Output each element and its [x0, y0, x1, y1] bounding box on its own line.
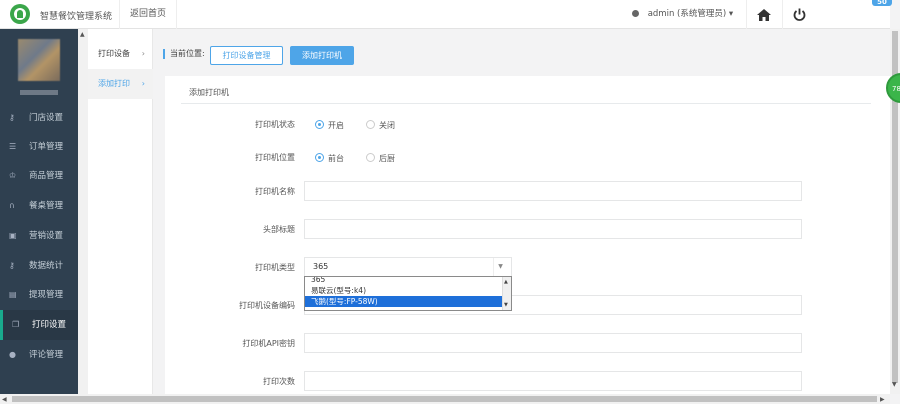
chevron-right-icon: ›	[141, 79, 145, 88]
dropdown-option-highlighted[interactable]: 飞鹅(型号:FP-58W)	[305, 296, 511, 307]
position-radio-front[interactable]: 前台	[315, 153, 344, 164]
sidebar-item-label: 订单管理	[29, 142, 64, 152]
logo-icon	[10, 4, 30, 24]
divider	[181, 103, 871, 104]
radio-dot	[366, 153, 375, 162]
radio-label: 前台	[328, 154, 344, 163]
wallet-icon: ▤	[9, 290, 17, 299]
subnav-item-print-devices[interactable]: 打印设备 ›	[88, 39, 153, 69]
gift-icon: ▣	[9, 231, 17, 240]
copy-icon: ❐	[12, 320, 20, 329]
subnav-item-label: 打印设备	[98, 49, 130, 58]
avatar[interactable]	[18, 39, 60, 81]
header-title-label: 头部标题	[263, 225, 295, 234]
list-icon: ☰	[9, 142, 17, 151]
printer-type-select[interactable]: 365 ▼	[304, 257, 512, 277]
status-label: 打印机状态	[255, 120, 295, 129]
device-code-label: 打印机设备编码	[239, 301, 295, 310]
scroll-down-arrow-icon[interactable]: ▼	[892, 381, 897, 388]
printer-manage-button[interactable]: 打印设备管理	[210, 46, 283, 65]
radio-label: 后厨	[379, 154, 395, 163]
sidebar-item-reviews[interactable]: ● 评论管理	[0, 340, 78, 370]
api-key-label: 打印机API密钥	[242, 339, 295, 348]
status-radio-on[interactable]: 开启	[315, 120, 344, 131]
dropdown-option[interactable]: 365	[305, 277, 511, 285]
radio-dot	[315, 153, 324, 162]
key-icon: ⚷	[9, 113, 15, 122]
sidebar-scrollbar[interactable]: ▲	[78, 29, 88, 404]
app-title: 智慧餐饮管理系统	[40, 12, 113, 22]
radio-label: 开启	[328, 121, 344, 130]
sidebar-item-products[interactable]: ♔ 商品管理	[0, 161, 78, 191]
sub-navigation: 打印设备 › 添加打印 ›	[88, 29, 153, 404]
scroll-up-arrow-icon[interactable]: ▲	[80, 31, 85, 38]
sidebar-item-marketing[interactable]: ▣ 营销设置	[0, 221, 78, 251]
sidebar-item-tables[interactable]: ∩ 餐桌管理	[0, 191, 78, 221]
sidebar-item-label: 打印设置	[32, 320, 67, 330]
radio-label: 关闭	[379, 121, 395, 130]
sidebar-item-label: 营销设置	[29, 231, 64, 241]
chevron-down-icon: ▼	[493, 258, 507, 276]
printer-name-input[interactable]	[304, 181, 802, 201]
home-button[interactable]	[746, 0, 780, 29]
sidebar-item-orders[interactable]: ☰ 订单管理	[0, 132, 78, 162]
position-label: 打印机位置	[255, 153, 295, 162]
dropdown-option[interactable]: 易联云(型号:k4)	[305, 285, 511, 296]
print-count-input[interactable]	[304, 371, 802, 391]
scroll-left-arrow-icon[interactable]: ◀	[2, 396, 7, 403]
printer-type-label: 打印机类型	[255, 263, 295, 272]
sidebar-item-withdrawal[interactable]: ▤ 提现管理	[0, 280, 78, 310]
user-icon	[632, 10, 639, 17]
select-value: 365	[313, 262, 329, 271]
scroll-thumb[interactable]	[12, 396, 877, 402]
position-radio-kitchen[interactable]: 后厨	[366, 153, 395, 164]
scroll-right-arrow-icon[interactable]: ▶	[880, 396, 885, 403]
chevron-down-icon: ▾	[728, 9, 734, 19]
sidebar-item-statistics[interactable]: ⚷ 数据统计	[0, 251, 78, 281]
form-title: 添加打印机	[189, 88, 229, 97]
sidebar-item-store-settings[interactable]: ⚷ 门店设置	[0, 103, 78, 133]
scroll-up-arrow-icon[interactable]: ▲	[504, 279, 508, 285]
avatar-name-placeholder	[20, 90, 58, 95]
power-icon	[793, 8, 806, 21]
print-count-label: 打印次数	[263, 377, 295, 386]
sidebar-item-label: 餐桌管理	[29, 201, 64, 211]
subnav-item-add-printer[interactable]: 添加打印 ›	[88, 69, 153, 99]
chevron-right-icon: ›	[141, 49, 145, 58]
user-icon: ●	[9, 350, 16, 359]
radio-dot	[315, 120, 324, 129]
header-title-input[interactable]	[304, 219, 802, 239]
current-position-label: 当前位置:	[163, 49, 205, 59]
logout-button[interactable]	[782, 0, 816, 29]
home-icon	[756, 8, 771, 21]
sidebar-item-label: 评论管理	[29, 350, 64, 360]
scroll-down-arrow-icon[interactable]: ▼	[504, 302, 508, 308]
key-icon: ⚷	[9, 261, 15, 270]
back-home-link[interactable]: 返回首页	[119, 0, 178, 29]
sidebar-item-print-settings[interactable]: ❐ 打印设置	[0, 310, 78, 340]
sidebar-item-label: 商品管理	[29, 171, 64, 181]
sidebar-item-label: 提现管理	[29, 290, 64, 300]
sidebar: ⚷ 门店设置 ☰ 订单管理 ♔ 商品管理 ∩ 餐桌管理 ▣ 营销设置 ⚷ 数据统…	[0, 29, 78, 404]
user-menu[interactable]: admin (系统管理员) ▾	[620, 0, 745, 29]
subnav-item-label: 添加打印	[98, 79, 130, 88]
sidebar-item-label: 门店设置	[29, 113, 64, 123]
top-bar: 智慧餐饮管理系统 返回首页 admin (系统管理员) ▾	[0, 0, 890, 29]
user-name: admin (系统管理员)	[647, 9, 727, 19]
trophy-icon: ♔	[9, 171, 17, 180]
status-radio-off[interactable]: 关闭	[366, 120, 395, 131]
page-horizontal-scrollbar[interactable]: ◀ ▶	[0, 394, 890, 404]
sidebar-item-label: 数据统计	[29, 261, 64, 271]
corner-badge: 50	[872, 0, 892, 6]
printer-name-label: 打印机名称	[255, 187, 295, 196]
printer-type-dropdown[interactable]: 365 易联云(型号:k4) 飞鹅(型号:FP-58W) ▲ ▼	[304, 276, 512, 311]
add-printer-button[interactable]: 添加打印机	[290, 46, 354, 65]
radio-dot	[366, 120, 375, 129]
api-key-input[interactable]	[304, 333, 802, 353]
dropdown-scrollbar[interactable]: ▲ ▼	[502, 277, 511, 310]
binoculars-icon: ∩	[9, 201, 15, 210]
